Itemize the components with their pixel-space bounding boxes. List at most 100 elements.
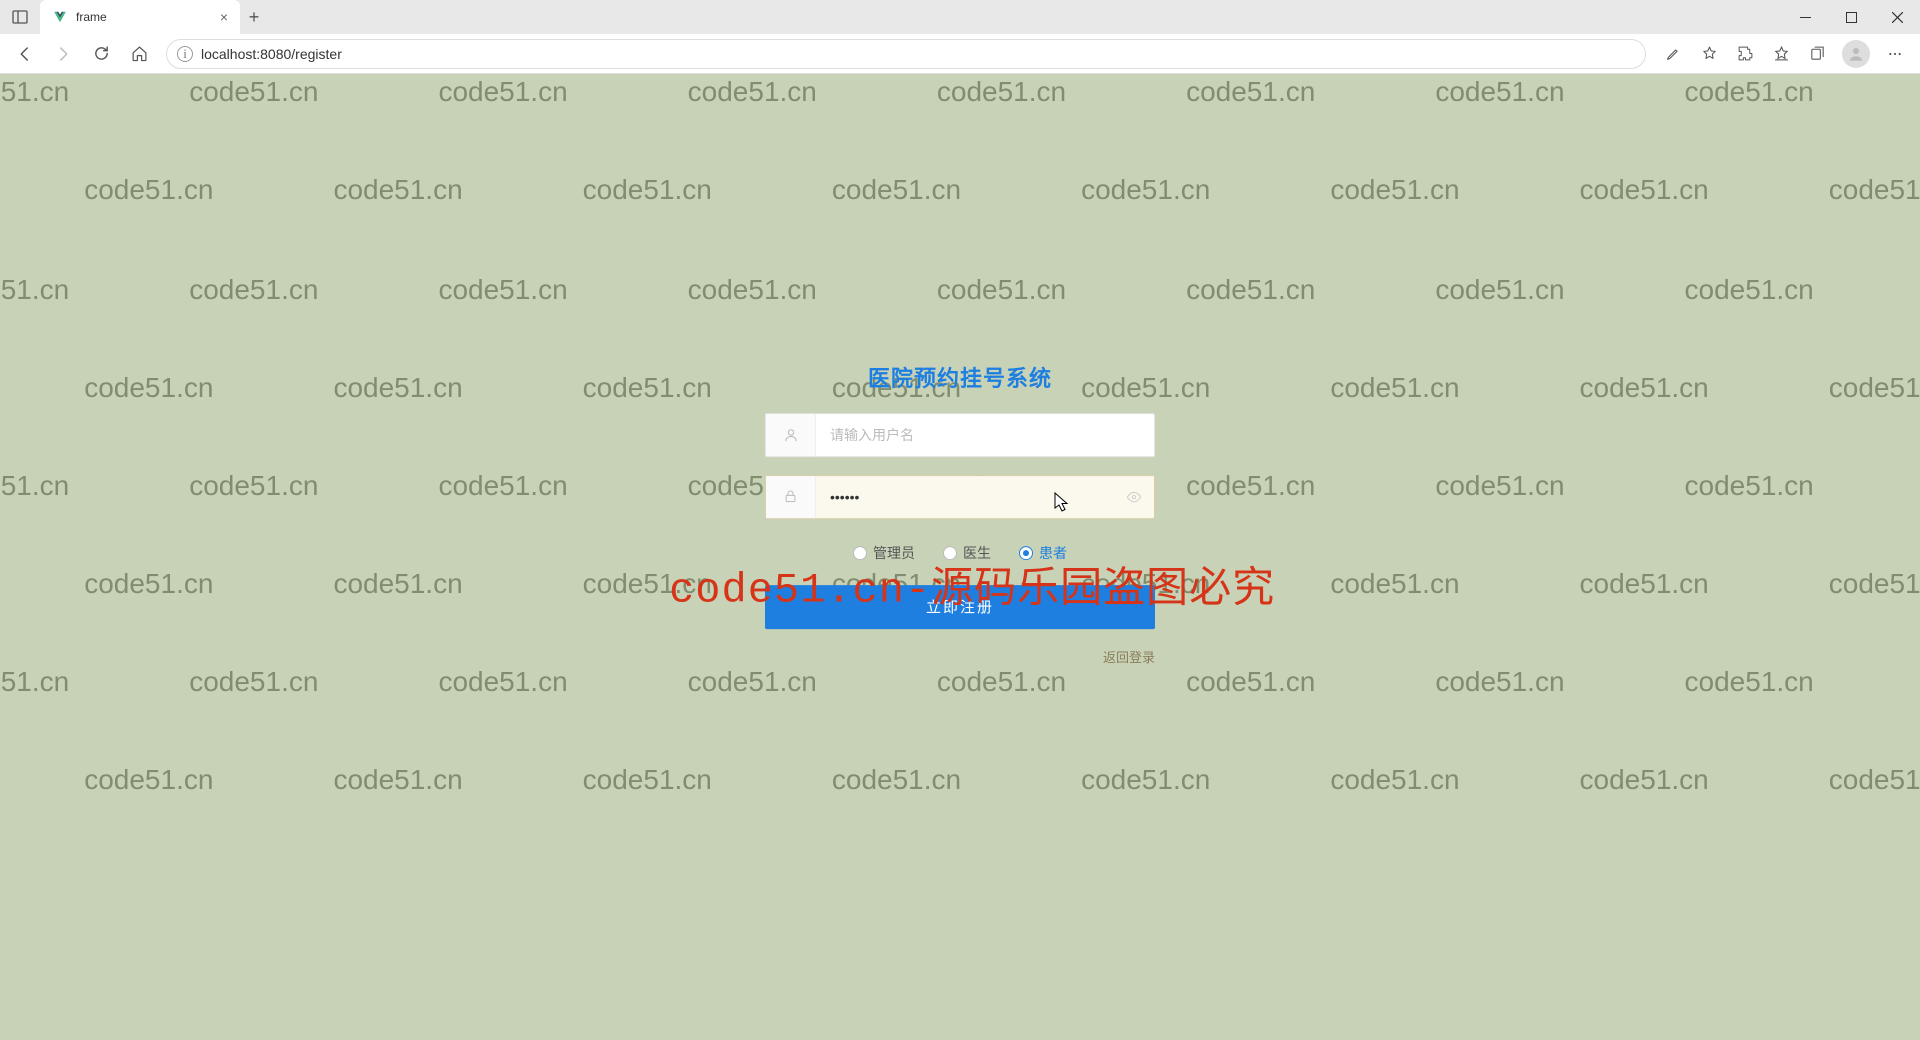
watermark-text: code51.cn [1829, 174, 1920, 206]
watermark-text: code51.cn [1435, 666, 1564, 698]
watermark-text: code51.cn [583, 568, 712, 600]
tab-title: frame [76, 10, 212, 24]
watermark-text: code51.cn [333, 568, 462, 600]
tab-panel-icon[interactable] [0, 9, 40, 25]
watermark-text: code51.cn [937, 76, 1066, 108]
watermark-text: code51.cn [1186, 470, 1315, 502]
watermark-text: code51.cn [1685, 470, 1814, 502]
role-radio-admin[interactable]: 管理员 [853, 543, 915, 563]
back-to-login-link[interactable]: 返回登录 [1103, 647, 1155, 666]
role-radio-doctor[interactable]: 医生 [943, 543, 991, 563]
watermark-text: code51.cn [832, 764, 961, 796]
role-radio-group: 管理员 医生 患者 [853, 543, 1067, 563]
menu-button[interactable] [1878, 38, 1912, 70]
watermark-row: code51.cncode51.cncode51.cncode51.cncode… [0, 764, 1920, 796]
watermark-text: code51.cn [688, 274, 817, 306]
browser-tab[interactable]: frame × [40, 0, 240, 34]
watermark-text: code51.cn [189, 274, 318, 306]
watermark-text: code51.cn [84, 568, 213, 600]
watermark-text: code51.cn [1186, 666, 1315, 698]
role-radio-patient[interactable]: 患者 [1019, 543, 1067, 563]
watermark-text: code51.cn [189, 76, 318, 108]
minimize-button[interactable] [1782, 0, 1828, 34]
watermark-text: code51.cn [438, 274, 567, 306]
watermark-text: code51.cn [438, 470, 567, 502]
radio-label: 患者 [1039, 543, 1067, 563]
watermark-text: code51.cn [1435, 76, 1564, 108]
edit-icon[interactable] [1656, 38, 1690, 70]
card-title: 医院预约挂号系统 [868, 361, 1052, 393]
password-input[interactable] [816, 489, 1114, 505]
watermark-text: code51.cn [1829, 568, 1920, 600]
watermark-text: code51.cn [583, 764, 712, 796]
favorites-bar-icon[interactable] [1764, 38, 1798, 70]
watermark-text: code51.cn [1330, 372, 1459, 404]
favorites-icon[interactable] [1692, 38, 1726, 70]
register-button[interactable]: 立即注册 [765, 585, 1155, 629]
watermark-row: code51.cn code51.cn code51.cn code51.cn code… [0, 174, 1920, 206]
watermark-text: code51.cn [1435, 274, 1564, 306]
watermark-text: code51.cn [84, 372, 213, 404]
back-button[interactable] [8, 38, 42, 70]
new-tab-button[interactable]: + [240, 7, 268, 28]
watermark-text: code51.cn [333, 764, 462, 796]
site-info-icon[interactable]: i [177, 46, 193, 62]
watermark-text: code51.cn [0, 274, 69, 306]
maximize-button[interactable] [1828, 0, 1874, 34]
home-button[interactable] [122, 38, 156, 70]
watermark-text: code51.cn [688, 76, 817, 108]
username-field [765, 413, 1155, 457]
register-card: 医院预约挂号系统 管理员 医生 患者 立即注册 返回登录 [765, 361, 1155, 666]
watermark-text: code51.cn [0, 470, 69, 502]
watermark-text: code51.cn [1186, 274, 1315, 306]
watermark-text: code51.cn [688, 666, 817, 698]
watermark-text: code51.cn [937, 666, 1066, 698]
collections-icon[interactable] [1800, 38, 1834, 70]
close-window-button[interactable] [1874, 0, 1920, 34]
tab-close-icon[interactable]: × [220, 9, 228, 25]
watermark-text: code51.cn [583, 372, 712, 404]
vue-favicon-icon [52, 9, 68, 25]
watermark-text: code51.cn [333, 372, 462, 404]
watermark-text: code51.cn [1580, 174, 1709, 206]
watermark-text: code51.cn [438, 666, 567, 698]
watermark-text: code51.cn [438, 76, 567, 108]
user-icon [766, 414, 816, 456]
watermark-text: code51.cn [1330, 568, 1459, 600]
address-bar[interactable]: i [166, 39, 1646, 69]
watermark-text: code51.cn [1685, 666, 1814, 698]
page-viewport: code51.cn code51.cn code51.cn code51.cn code… [0, 74, 1920, 1040]
radio-label: 管理员 [873, 543, 915, 563]
watermark-text: code51.cn [1685, 274, 1814, 306]
window-controls [1782, 0, 1920, 34]
radio-dot-icon [943, 546, 957, 560]
watermark-row: code51.cn code51.cn code51.cn code51.cn code… [0, 274, 1920, 306]
watermark-text: code51.cn [0, 666, 69, 698]
username-input[interactable] [816, 427, 1154, 443]
lock-icon [766, 476, 816, 518]
extensions-icon[interactable] [1728, 38, 1762, 70]
watermark-text: code51.cn [832, 174, 961, 206]
watermark-text: code51.cn [189, 470, 318, 502]
titlebar: frame × + [0, 0, 1920, 34]
watermark-text: code51.cn [84, 174, 213, 206]
url-input[interactable] [201, 46, 1635, 62]
radio-dot-icon [853, 546, 867, 560]
profile-avatar[interactable] [1842, 40, 1870, 68]
watermark-text: code51.cn [1580, 568, 1709, 600]
password-field [765, 475, 1155, 519]
watermark-text: code51.cn [583, 174, 712, 206]
watermark-text: code51.cn [1081, 174, 1210, 206]
eye-icon[interactable] [1114, 489, 1154, 505]
radio-dot-icon [1019, 546, 1033, 560]
browser-chrome: frame × + i [0, 0, 1920, 74]
watermark-text: code51.cn [1330, 174, 1459, 206]
reload-button[interactable] [84, 38, 118, 70]
watermark-text: code51.cn [1435, 470, 1564, 502]
forward-button[interactable] [46, 38, 80, 70]
watermark-text: code51.cn [333, 174, 462, 206]
watermark-text: code51.cn [1685, 76, 1814, 108]
watermark-text: code51.cn [189, 666, 318, 698]
watermark-row: code51.cn code51.cn code51.cn code51.cn code… [0, 666, 1920, 698]
watermark-text: code51.cn [1081, 764, 1210, 796]
